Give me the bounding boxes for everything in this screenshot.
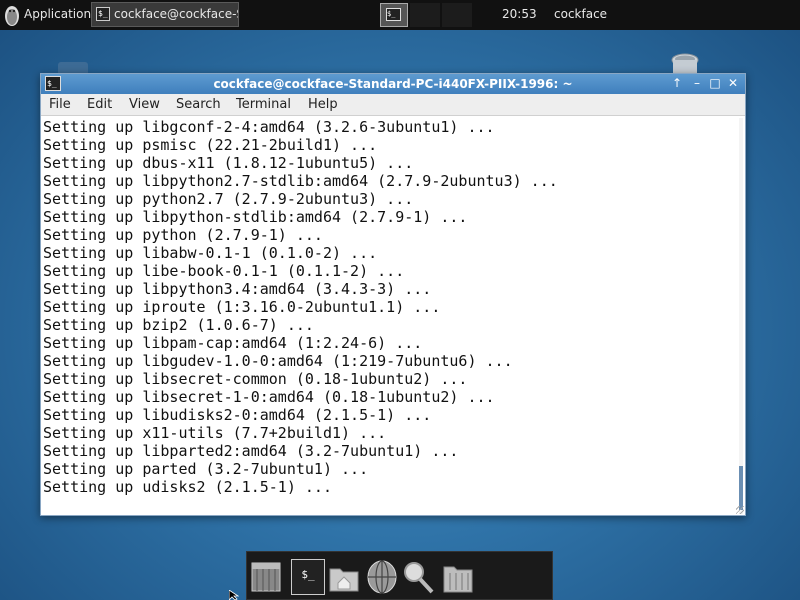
scrollbar[interactable]: [739, 118, 743, 514]
terminal-line: Setting up libudisks2-0:amd64 (2.1.5-1) …: [43, 406, 432, 424]
shade-up-button[interactable]: ↑: [669, 75, 685, 92]
maximize-button[interactable]: □: [707, 75, 723, 92]
mouse-cursor-icon: [229, 590, 239, 600]
resize-grip-icon[interactable]: [736, 506, 744, 514]
terminal-line: Setting up x11-utils (7.7+2build1) ...: [43, 424, 387, 442]
title-bar[interactable]: $_ cockface@cockface-Standard-PC-i440FX-…: [41, 74, 745, 94]
web-browser-icon[interactable]: [365, 559, 399, 595]
terminal-line: Setting up libe-book-0.1-1 (0.1.1-2) ...: [43, 262, 405, 280]
window-title: cockface@cockface-Standard-PC-i440FX-PII…: [213, 77, 573, 91]
minimize-button[interactable]: –: [689, 75, 705, 92]
terminal-icon: $_: [96, 7, 110, 21]
terminal-line: Setting up python (2.7.9-1) ...: [43, 226, 323, 244]
terminal-line: Setting up libpython3.4:amd64 (3.4.3-3) …: [43, 280, 432, 298]
terminal-lines: Setting up libgconf-2-4:amd64 (3.2.6-3ub…: [43, 118, 743, 496]
menu-help[interactable]: Help: [308, 97, 338, 112]
menu-edit[interactable]: Edit: [87, 97, 112, 112]
terminal-line: Setting up libsecret-1-0:amd64 (0.18-1ub…: [43, 388, 495, 406]
terminal-line: Setting up dbus-x11 (1.8.12-1ubuntu5) ..…: [43, 154, 414, 172]
search-icon[interactable]: [401, 559, 435, 595]
menu-terminal[interactable]: Terminal: [236, 97, 291, 112]
terminal-line: Setting up libsecret-common (0.18-1ubunt…: [43, 370, 468, 388]
menu-file[interactable]: File: [49, 97, 71, 112]
terminal-line: Setting up psmisc (22.21-2build1) ...: [43, 136, 378, 154]
terminal-line: Setting up bzip2 (1.0.6-7) ...: [43, 316, 314, 334]
terminal-line: Setting up udisks2 (2.1.5-1) ...: [43, 478, 332, 496]
applications-menu[interactable]: Applications: [24, 7, 97, 21]
terminal-line: Setting up libgudev-1.0-0:amd64 (1:219-7…: [43, 352, 513, 370]
close-button[interactable]: ✕: [725, 75, 741, 92]
terminal-line: Setting up libpython-stdlib:amd64 (2.7.9…: [43, 208, 468, 226]
user-menu[interactable]: cockface: [554, 7, 607, 21]
terminal-line: Setting up libgconf-2-4:amd64 (3.2.6-3ub…: [43, 118, 495, 136]
terminal-line: Setting up libpam-cap:amd64 (1:2.24-6) .…: [43, 334, 423, 352]
terminal-window: $_ cockface@cockface-Standard-PC-i440FX-…: [40, 73, 746, 516]
terminal-line: Setting up iproute (1:3.16.0-2ubuntu1.1)…: [43, 298, 441, 316]
home-folder-icon[interactable]: [327, 559, 361, 595]
applications-menu-icon[interactable]: [3, 3, 21, 27]
clock[interactable]: 20:53: [502, 7, 537, 21]
files-icon[interactable]: [441, 559, 475, 595]
scrollbar-thumb[interactable]: [739, 466, 743, 510]
menu-view[interactable]: View: [129, 97, 160, 112]
taskbar-terminal-label: cockface@cockface-Sta...: [114, 7, 238, 21]
top-panel: Applications $_ cockface@cockface-Sta...…: [0, 0, 800, 30]
workspace-3[interactable]: [442, 3, 472, 27]
dock: $_: [246, 551, 553, 600]
terminal-line: Setting up python2.7 (2.7.9-2ubuntu3) ..…: [43, 190, 414, 208]
terminal-line: Setting up parted (3.2-7ubuntu1) ...: [43, 460, 369, 478]
terminal-icon[interactable]: $_: [291, 559, 325, 595]
workspace-2[interactable]: [410, 3, 440, 27]
terminal-output[interactable]: Setting up libgconf-2-4:amd64 (3.2.6-3ub…: [43, 118, 743, 514]
show-desktop-icon[interactable]: [249, 559, 283, 595]
trash-icon[interactable]: [670, 52, 700, 74]
terminal-line: Setting up libabw-0.1-1 (0.1.0-2) ...: [43, 244, 378, 262]
taskbar-terminal-button[interactable]: $_ cockface@cockface-Sta...: [91, 2, 239, 27]
menu-bar: File Edit View Search Terminal Help: [41, 94, 745, 116]
menu-search[interactable]: Search: [176, 97, 221, 112]
workspace-1[interactable]: $_: [380, 3, 408, 27]
terminal-line: Setting up libpython2.7-stdlib:amd64 (2.…: [43, 172, 558, 190]
terminal-line: Setting up libparted2:amd64 (3.2-7ubuntu…: [43, 442, 459, 460]
workspace-window-icon: $_: [386, 8, 401, 21]
